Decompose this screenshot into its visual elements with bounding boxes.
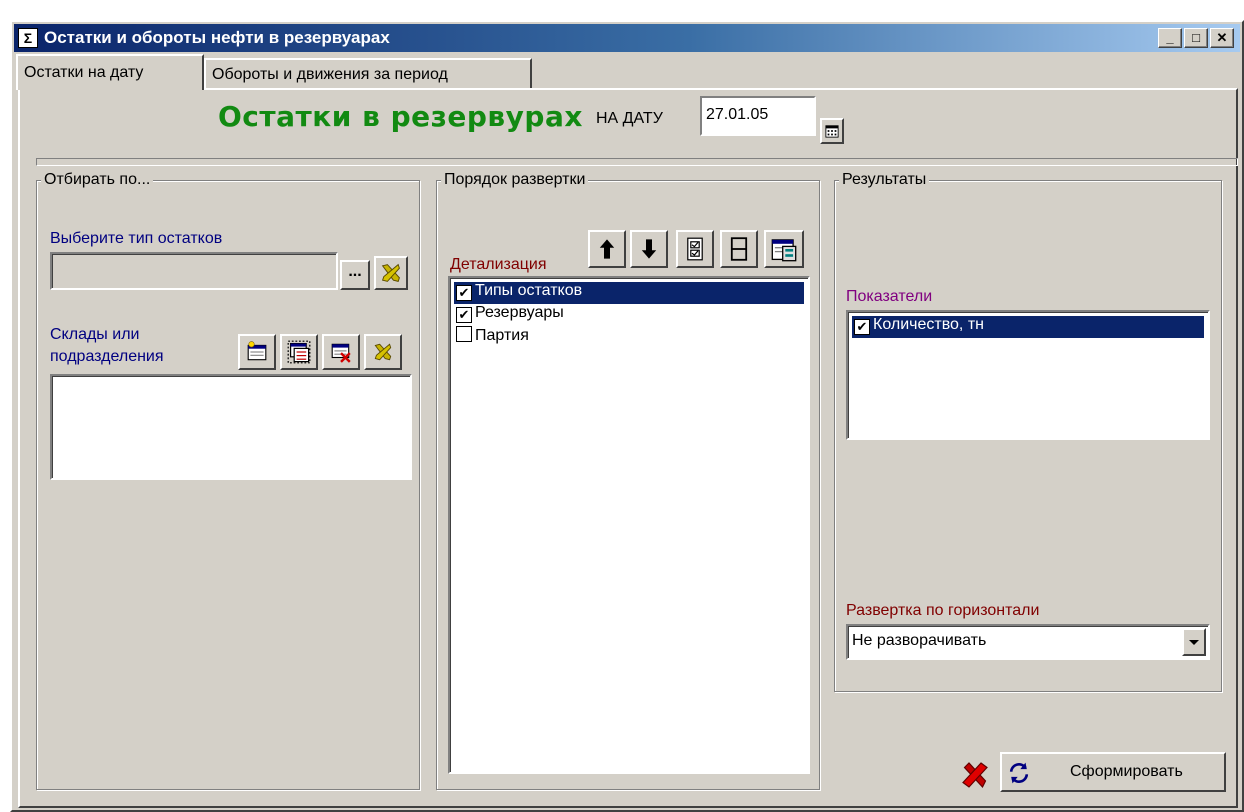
checkbox[interactable]	[456, 326, 472, 342]
checklist-icon	[687, 237, 703, 261]
clear-warehouses-button[interactable]	[364, 334, 402, 370]
calendar-button[interactable]	[820, 118, 844, 144]
order-group-title: Порядок развертки	[441, 171, 589, 189]
browse-type-button[interactable]: ...	[340, 260, 370, 290]
tab-balances-on-date[interactable]: Остатки на дату	[16, 54, 204, 90]
cancel-x-icon	[962, 762, 988, 789]
check-all-button[interactable]	[676, 230, 714, 268]
dropdown-button[interactable]	[1182, 628, 1206, 656]
add-warehouse-button[interactable]	[238, 334, 276, 370]
split-button[interactable]	[720, 230, 758, 268]
select-warehouses-button[interactable]	[280, 334, 318, 370]
list-item-label: Типы остатков	[475, 282, 583, 299]
split-horizontal-icon	[730, 237, 748, 261]
indicators-label: Показатели	[846, 288, 933, 305]
properties-button[interactable]	[764, 230, 804, 268]
properties-icon	[771, 239, 797, 262]
tab-label: Обороты и движения за период	[212, 66, 448, 83]
page-title: Остатки в резервурах	[218, 100, 583, 133]
results-group-title: Результаты	[839, 171, 930, 189]
list-item-label: Количество, тн	[873, 316, 984, 333]
tab-label: Остатки на дату	[24, 64, 144, 81]
checkbox[interactable]: ✔	[456, 285, 472, 301]
type-field[interactable]	[50, 252, 338, 290]
remove-warehouse-button[interactable]	[322, 334, 360, 370]
date-field[interactable]: 27.01.05	[700, 96, 816, 136]
list-item-label: Партия	[475, 327, 529, 344]
generate-button-label: Сформировать	[1070, 763, 1183, 780]
date-label: НА ДАТУ	[596, 110, 663, 127]
refresh-icon	[1009, 762, 1029, 784]
warehouses-label-line1: Склады или	[50, 326, 140, 343]
tab-turnover-period[interactable]: Обороты и движения за период	[204, 58, 532, 88]
detail-list[interactable]: ✔ Типы остатков ✔ Резервуары Партия	[448, 276, 810, 774]
list-add-icon	[247, 341, 267, 361]
title-bar[interactable]: Σ Остатки и обороты нефти в резервуарах …	[14, 24, 1240, 52]
type-label: Выберите тип остатков	[50, 230, 223, 247]
checkbox[interactable]: ✔	[456, 307, 472, 323]
list-item[interactable]: ✔ Типы остатков	[454, 282, 804, 304]
horizontal-select[interactable]: Не разворачивать	[846, 624, 1210, 660]
generate-button[interactable]: Сформировать	[1000, 752, 1226, 792]
calendar-icon	[825, 125, 839, 138]
maximize-button[interactable]: □	[1184, 28, 1208, 48]
close-button[interactable]: ✕	[1210, 28, 1234, 48]
list-item-label: Резервуары	[475, 304, 564, 321]
move-down-button[interactable]	[630, 230, 668, 268]
warehouses-list[interactable]	[50, 374, 412, 480]
list-item[interactable]: Партия	[454, 326, 804, 348]
cancel-button[interactable]	[960, 760, 990, 790]
indicators-list[interactable]: ✔ Количество, тн	[846, 310, 1210, 440]
window-title: Остатки и обороты нефти в резервуарах	[44, 28, 390, 47]
chevron-down-icon	[1189, 640, 1199, 645]
clear-type-button[interactable]	[374, 256, 408, 290]
detail-label: Детализация	[450, 256, 547, 273]
clear-x-icon	[381, 263, 400, 282]
horizontal-select-value: Не разворачивать	[852, 632, 987, 649]
move-up-button[interactable]	[588, 230, 626, 268]
list-item[interactable]: ✔ Резервуары	[454, 304, 804, 326]
app-icon: Σ	[18, 28, 38, 48]
multi-select-icon	[287, 340, 311, 364]
warehouses-label-line2: подразделения	[50, 348, 164, 365]
clear-x-icon	[374, 343, 392, 361]
arrow-up-icon	[599, 239, 615, 259]
list-item[interactable]: ✔ Количество, тн	[852, 316, 1204, 338]
list-delete-icon	[331, 343, 351, 363]
minimize-button[interactable]: _	[1158, 28, 1182, 48]
header-separator	[36, 158, 1238, 166]
filter-group-title: Отбирать по...	[41, 171, 154, 189]
horizontal-label: Развертка по горизонтали	[846, 602, 1040, 619]
checkbox[interactable]: ✔	[854, 319, 870, 335]
arrow-down-icon	[641, 239, 657, 259]
